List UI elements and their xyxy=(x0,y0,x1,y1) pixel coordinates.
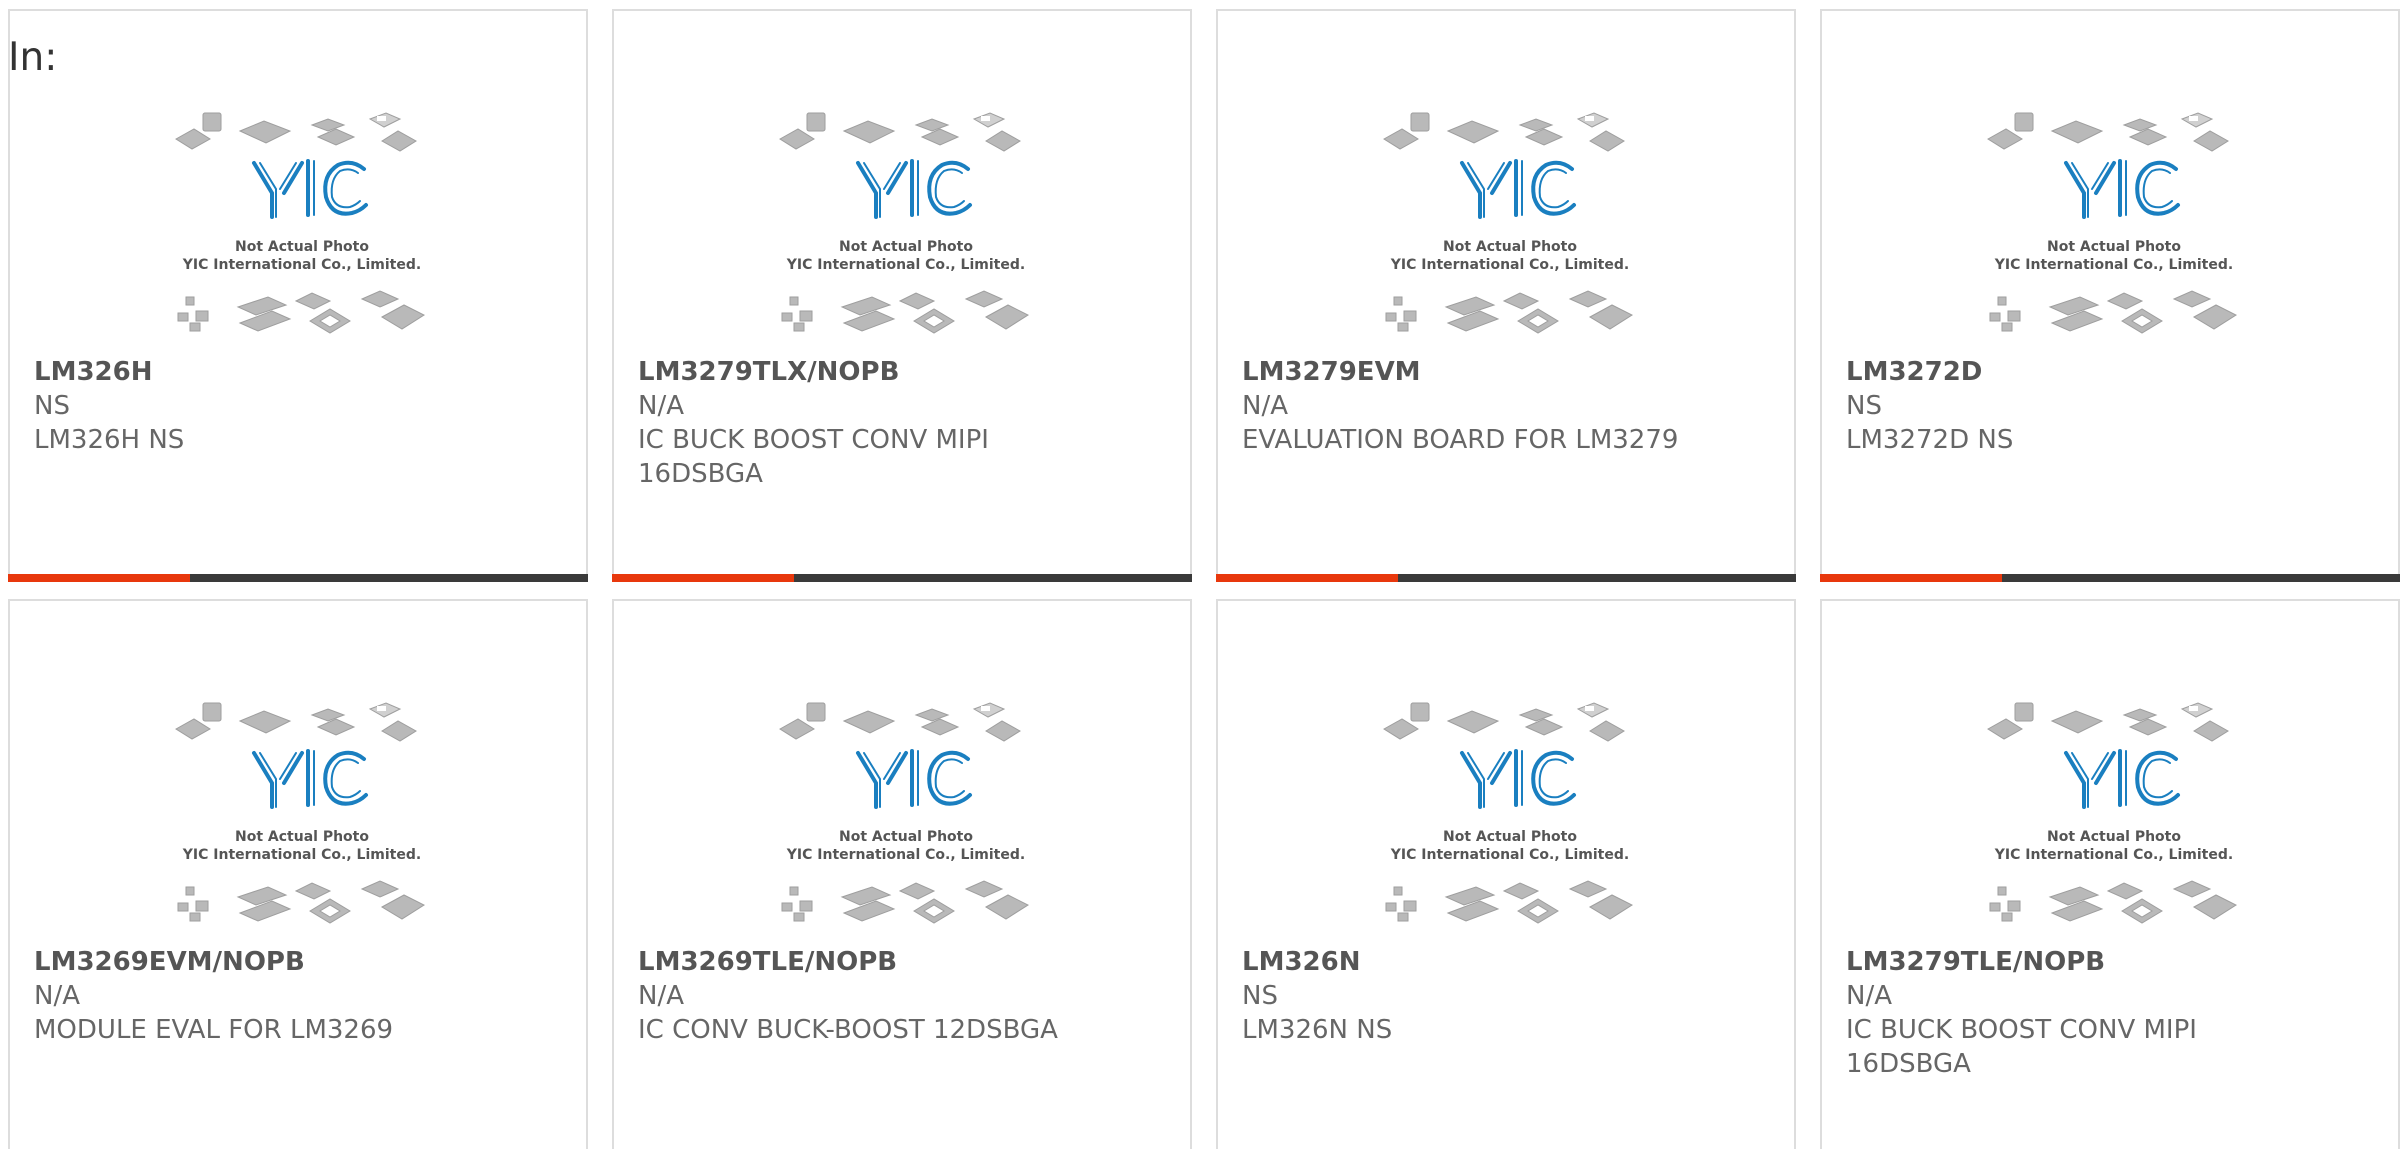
manufacturer: NS xyxy=(34,391,70,421)
not-actual-photo-image xyxy=(1980,691,2248,941)
part-number: LM3269TLE/NOPB xyxy=(638,947,898,977)
product-info: LM3279EVM N/A EVALUATION BOARD FOR LM327… xyxy=(1242,355,1682,457)
manufacturer: N/A xyxy=(638,391,684,421)
card-bottom-bar xyxy=(1820,574,2400,582)
part-number: LM326N xyxy=(1242,947,1361,977)
description: LM326N NS xyxy=(1242,1015,1393,1045)
part-number: LM3279TLX/NOPB xyxy=(638,357,900,387)
not-actual-photo-image xyxy=(168,101,436,351)
product-card[interactable]: LM3272D NS LM3272D NS xyxy=(1820,9,2400,582)
not-actual-photo-image xyxy=(772,101,1040,351)
product-info: LM3269EVM/NOPB N/A MODULE EVAL FOR LM326… xyxy=(34,945,474,1047)
manufacturer: N/A xyxy=(638,981,684,1011)
in-label: In: xyxy=(8,35,58,80)
product-grid: LM326H NS LM326H NS LM3279TLX/NOPB N/A I… xyxy=(8,9,2400,1149)
card-bottom-bar xyxy=(612,574,1192,582)
manufacturer: NS xyxy=(1242,981,1278,1011)
description: EVALUATION BOARD FOR LM3279 xyxy=(1242,425,1679,455)
manufacturer: N/A xyxy=(1242,391,1288,421)
product-info: LM326N NS LM326N NS xyxy=(1242,945,1682,1047)
description: LM326H NS xyxy=(34,425,185,455)
product-card[interactable]: LM3279TLX/NOPB N/A IC BUCK BOOST CONV MI… xyxy=(612,9,1192,582)
card-accent-bar xyxy=(1216,574,1398,582)
manufacturer: N/A xyxy=(34,981,80,1011)
product-card[interactable]: LM3279TLE/NOPB N/A IC BUCK BOOST CONV MI… xyxy=(1820,599,2400,1149)
product-card[interactable]: LM326H NS LM326H NS xyxy=(8,9,588,582)
manufacturer: NS xyxy=(1846,391,1882,421)
product-card[interactable]: LM326N NS LM326N NS xyxy=(1216,599,1796,1149)
product-card[interactable]: LM3269EVM/NOPB N/A MODULE EVAL FOR LM326… xyxy=(8,599,588,1149)
card-accent-bar xyxy=(612,574,794,582)
not-actual-photo-image xyxy=(1980,101,2248,351)
product-grid-page: In: LM326H NS LM326H NS LM3279TLX/NOPB N… xyxy=(0,0,2400,1149)
product-card[interactable]: LM3279EVM N/A EVALUATION BOARD FOR LM327… xyxy=(1216,9,1796,582)
part-number: LM3279EVM xyxy=(1242,357,1421,387)
card-accent-bar xyxy=(1820,574,2002,582)
part-number: LM3279TLE/NOPB xyxy=(1846,947,2106,977)
manufacturer: N/A xyxy=(1846,981,1892,1011)
part-number: LM3269EVM/NOPB xyxy=(34,947,305,977)
not-actual-photo-image xyxy=(168,691,436,941)
product-info: LM3279TLX/NOPB N/A IC BUCK BOOST CONV MI… xyxy=(638,355,1078,491)
product-info: LM3272D NS LM3272D NS xyxy=(1846,355,2286,457)
product-card[interactable]: LM3269TLE/NOPB N/A IC CONV BUCK-BOOST 12… xyxy=(612,599,1192,1149)
product-info: LM3279TLE/NOPB N/A IC BUCK BOOST CONV MI… xyxy=(1846,945,2286,1081)
description: IC BUCK BOOST CONV MIPI 16DSBGA xyxy=(1846,1015,2197,1079)
card-bottom-bar xyxy=(1216,574,1796,582)
description: IC CONV BUCK-BOOST 12DSBGA xyxy=(638,1015,1058,1045)
description: LM3272D NS xyxy=(1846,425,2014,455)
card-accent-bar xyxy=(8,574,190,582)
description: IC BUCK BOOST CONV MIPI 16DSBGA xyxy=(638,425,989,489)
not-actual-photo-image xyxy=(1376,691,1644,941)
not-actual-photo-image xyxy=(772,691,1040,941)
card-bottom-bar xyxy=(8,574,588,582)
not-actual-photo-image xyxy=(1376,101,1644,351)
product-info: LM3269TLE/NOPB N/A IC CONV BUCK-BOOST 12… xyxy=(638,945,1078,1047)
part-number: LM3272D xyxy=(1846,357,1983,387)
part-number: LM326H xyxy=(34,357,153,387)
description: MODULE EVAL FOR LM3269 xyxy=(34,1015,394,1045)
product-info: LM326H NS LM326H NS xyxy=(34,355,474,457)
